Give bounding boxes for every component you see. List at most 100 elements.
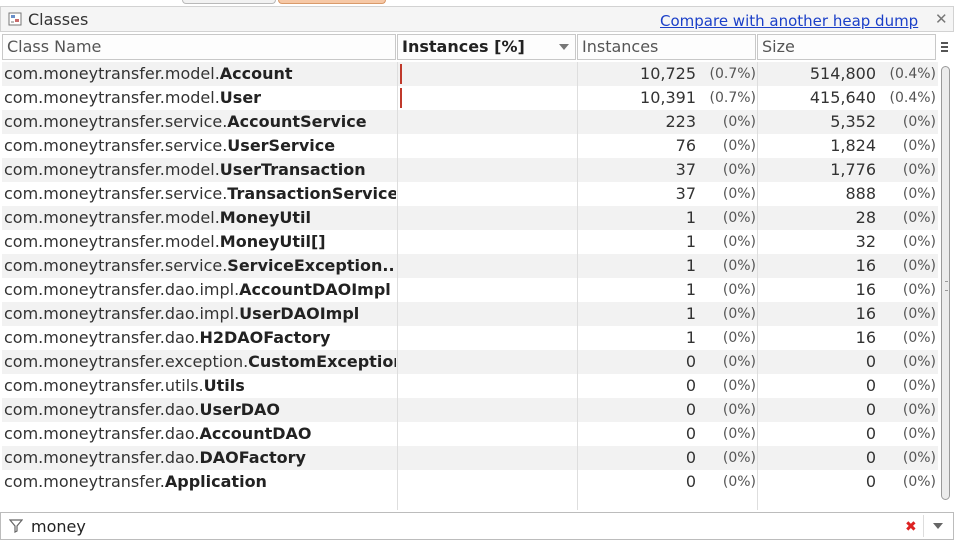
size-value: 0 [865, 424, 876, 443]
top-tab-active[interactable] [278, 0, 386, 4]
column-header-class-name[interactable]: Class Name [2, 34, 396, 60]
package-name: com.moneytransfer.service. [4, 256, 228, 275]
table-row[interactable]: com.moneytransfer.dao.AccountDAO 0 (0%) 0 (0… [2, 422, 938, 446]
instances-count: 1 [685, 328, 696, 347]
instances-percent: (0%) [722, 378, 756, 394]
size-percent: (0%) [902, 378, 936, 394]
package-name: com.moneytransfer.exception. [4, 352, 249, 371]
table-row[interactable]: com.moneytransfer.model.User 10,391 (0.7%)… [2, 86, 938, 110]
package-name: com.moneytransfer.model. [4, 64, 220, 83]
instances-percent-bar [400, 64, 402, 84]
package-name: com.moneytransfer.dao. [4, 328, 200, 347]
class-simple-name: MoneyUtil [219, 208, 311, 227]
class-name-cell: com.moneytransfer.model.MoneyUtil [4, 206, 396, 230]
scrollbar-thumb[interactable] [941, 66, 950, 500]
size-value: 888 [845, 184, 876, 203]
size-percent: (0%) [902, 402, 936, 418]
close-icon[interactable]: ✕ [935, 10, 948, 28]
column-label: Class Name [7, 37, 102, 56]
instances-count: 0 [685, 472, 696, 491]
size-value: 514,800 [809, 64, 876, 83]
filter-dropdown-icon[interactable] [933, 523, 943, 529]
table-row[interactable]: com.moneytransfer.dao.H2DAOFactory 1 (0%) 1… [2, 326, 938, 350]
size-value: 1,824 [830, 136, 876, 155]
size-value: 0 [865, 400, 876, 419]
instances-percent-bar [400, 88, 402, 108]
table-row[interactable]: com.moneytransfer.dao.DAOFactory 0 (0%) 0 (0… [2, 446, 938, 470]
table-row[interactable]: com.moneytransfer.model.MoneyUtil[] 1 (0%)… [2, 230, 938, 254]
instances-count: 37 [675, 184, 696, 203]
instances-percent: (0%) [722, 426, 756, 442]
size-percent: (0%) [902, 474, 936, 490]
filter-icon [9, 519, 23, 533]
size-percent: (0%) [902, 450, 936, 466]
size-value: 0 [865, 352, 876, 371]
compare-heap-dump-link[interactable]: Compare with another heap dump [660, 12, 918, 30]
size-value: 0 [865, 376, 876, 395]
column-header-size[interactable]: Size [757, 34, 936, 60]
table-row[interactable]: com.moneytransfer.service.TransactionSer… [2, 182, 938, 206]
table-row[interactable]: com.moneytransfer.dao.impl.AccountDAOImp… [2, 278, 938, 302]
table-row[interactable]: com.moneytransfer.dao.impl.UserDAOImpl 1 (… [2, 302, 938, 326]
class-name-cell: com.moneytransfer.dao.impl.AccountDAOImp… [4, 278, 396, 302]
vertical-scrollbar[interactable] [939, 62, 953, 510]
instances-count: 0 [685, 400, 696, 419]
class-simple-name: UserService [227, 136, 336, 155]
column-label: Instances [%] [402, 37, 525, 56]
size-percent: (0%) [902, 330, 936, 346]
column-label: Instances [582, 37, 659, 56]
class-simple-name: CustomException [248, 352, 396, 371]
class-simple-name: UserDAOImpl [239, 304, 360, 323]
class-name-cell: com.moneytransfer.model.UserTransaction [4, 158, 396, 182]
instances-count: 0 [685, 424, 696, 443]
table-row[interactable]: com.moneytransfer.service.AccountService… [2, 110, 938, 134]
top-tab[interactable] [182, 0, 276, 4]
size-value: 16 [855, 280, 876, 299]
instances-count: 1 [685, 256, 696, 275]
instances-percent: (0%) [722, 162, 756, 178]
size-value: 415,640 [809, 88, 876, 107]
clear-filter-icon[interactable]: ✖ [905, 519, 917, 535]
table-row[interactable]: com.moneytransfer.Application 0 (0%) 0 (0%) [2, 470, 938, 494]
class-simple-name: Account [219, 64, 293, 83]
column-header-instances[interactable]: Instances [577, 34, 756, 60]
instances-count: 76 [675, 136, 696, 155]
class-simple-name: UserDAO [199, 400, 280, 419]
size-percent: (0%) [902, 426, 936, 442]
filter-input[interactable] [31, 516, 891, 536]
class-name-cell: com.moneytransfer.service.AccountService [4, 110, 396, 134]
table-row[interactable]: com.moneytransfer.dao.UserDAO 0 (0%) 0 (0%) [2, 398, 938, 422]
classes-panel-header: Classes Compare with another heap dump ✕ [0, 6, 954, 32]
package-name: com.moneytransfer.model. [4, 208, 220, 227]
size-percent: (0%) [902, 234, 936, 250]
sort-descending-icon [559, 44, 569, 50]
class-simple-name: UserTransaction [219, 160, 366, 179]
column-menu-icon[interactable] [938, 36, 952, 58]
instances-percent: (0%) [722, 450, 756, 466]
table-row[interactable]: com.moneytransfer.model.MoneyUtil 1 (0%) 28… [2, 206, 938, 230]
instances-percent: (0%) [722, 354, 756, 370]
class-name-cell: com.moneytransfer.dao.impl.UserDAOImpl [4, 302, 396, 326]
classes-icon [8, 12, 22, 26]
panel-title: Classes [28, 10, 89, 29]
column-divider [757, 62, 758, 510]
size-percent: (0%) [902, 210, 936, 226]
class-name-cell: com.moneytransfer.dao.DAOFactory [4, 446, 396, 470]
table-row[interactable]: com.moneytransfer.exception.CustomExcept… [2, 350, 938, 374]
table-row[interactable]: com.moneytransfer.model.Account 10,725 (0.… [2, 62, 938, 86]
table-row[interactable]: com.moneytransfer.service.UserService 76 (… [2, 134, 938, 158]
column-header-instances-percent[interactable]: Instances [%] [397, 34, 576, 60]
filter-bar: ✖ [0, 512, 954, 540]
instances-percent: (0%) [722, 330, 756, 346]
table-row[interactable]: com.moneytransfer.utils.Utils 0 (0%) 0 (0%) [2, 374, 938, 398]
size-value: 32 [855, 232, 876, 251]
table-row[interactable]: com.moneytransfer.model.UserTransaction 3… [2, 158, 938, 182]
class-simple-name: Utils [203, 376, 245, 395]
table-row[interactable]: com.moneytransfer.service.ServiceExcepti… [2, 254, 938, 278]
package-name: com.moneytransfer.dao. [4, 400, 200, 419]
size-value: 5,352 [830, 112, 876, 131]
instances-count: 0 [685, 352, 696, 371]
class-name-cell: com.moneytransfer.model.User [4, 86, 396, 110]
class-simple-name: AccountDAOImpl [239, 280, 391, 299]
scrollbar-grip-icon [945, 281, 948, 291]
